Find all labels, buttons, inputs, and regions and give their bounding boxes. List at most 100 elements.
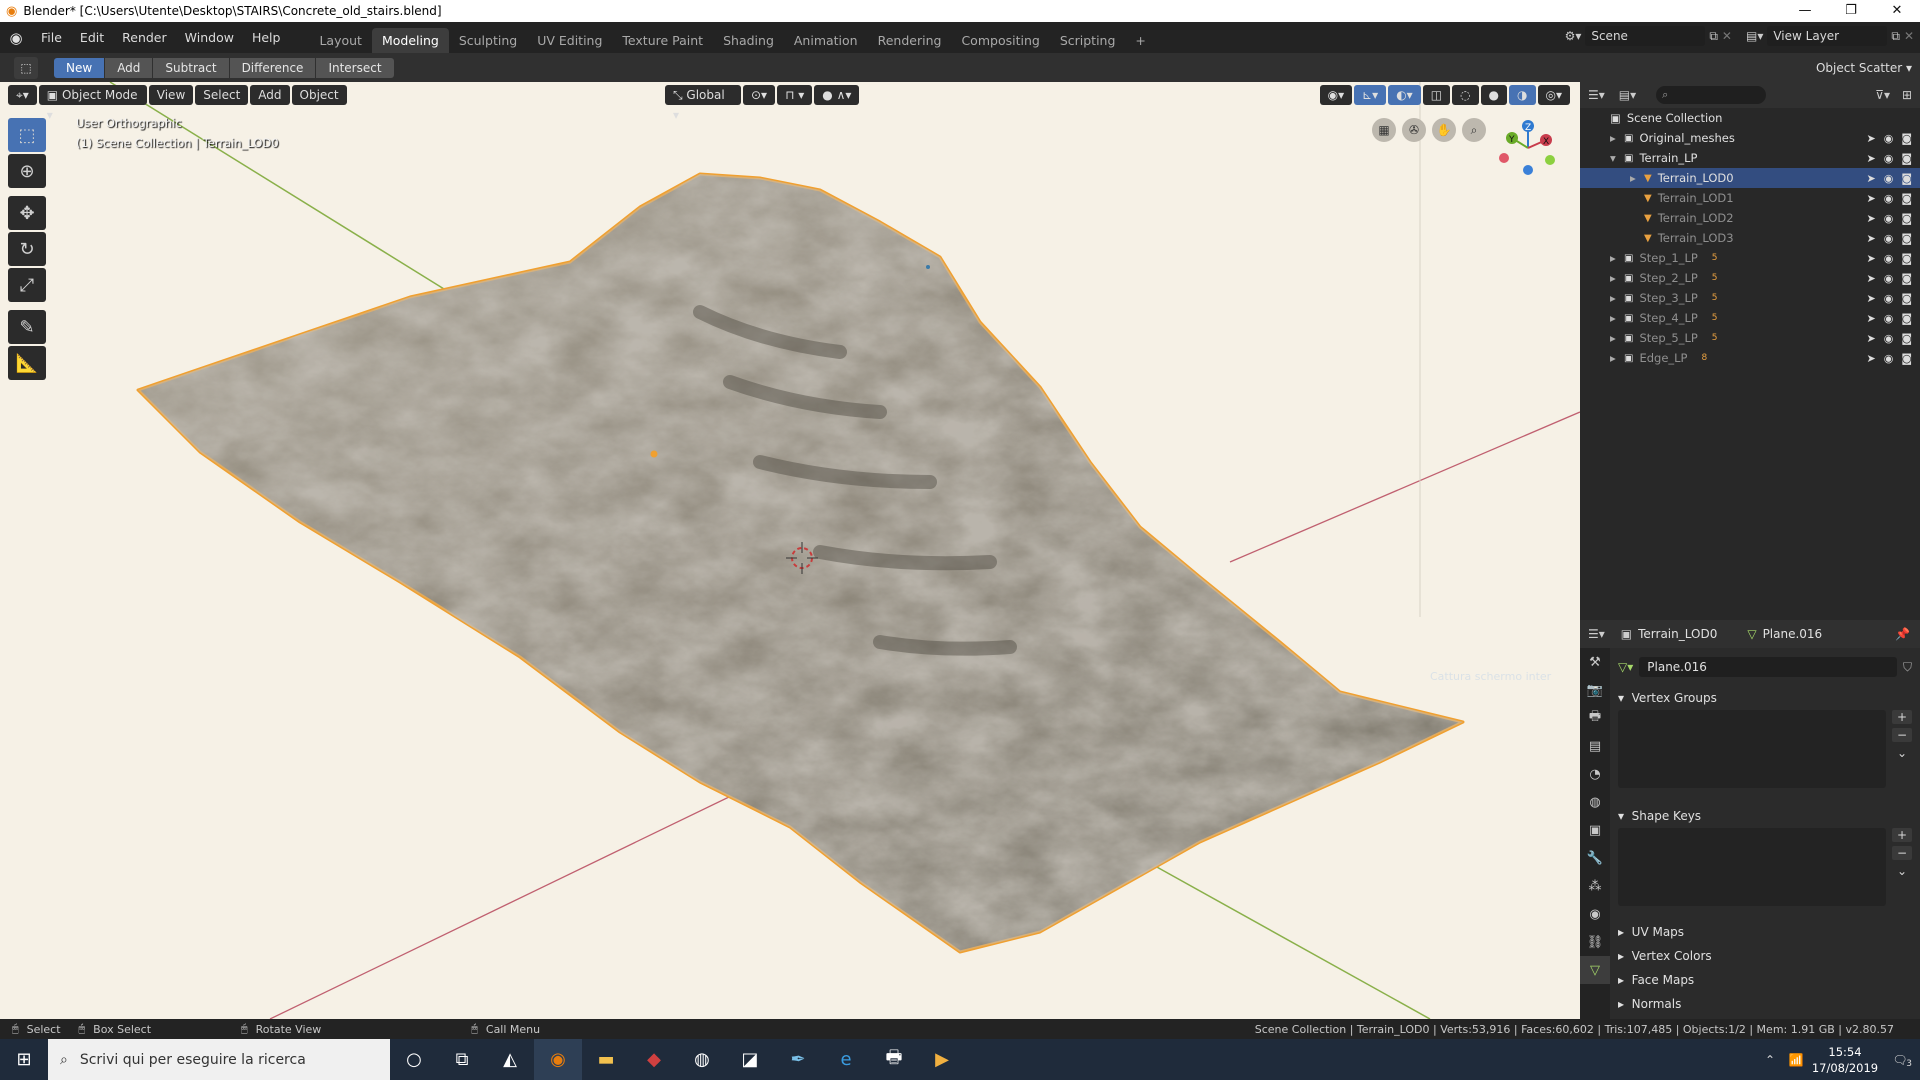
outliner-item[interactable]: ▾ ▣ Terrain_LP ➤ ◉ ◙ — [1580, 148, 1920, 168]
tab-layout[interactable]: Layout — [309, 28, 372, 53]
selectable-arrow-icon[interactable]: ➤ — [1866, 252, 1875, 265]
outliner-item[interactable]: ▼ Terrain_LOD2 ➤ ◉ ◙ — [1580, 208, 1920, 228]
render-camera-icon[interactable]: ◙ — [1901, 152, 1912, 165]
visibility-eye-icon[interactable]: ◉ — [1884, 292, 1894, 305]
app-red-icon[interactable]: ◆ — [630, 1039, 678, 1080]
snap-toggle[interactable]: ⊓ ▾ — [777, 85, 813, 105]
render-camera-icon[interactable]: ◙ — [1901, 192, 1912, 205]
visibility-eye-icon[interactable]: ◉ — [1884, 332, 1894, 345]
network-icon[interactable]: 📶 — [1782, 1053, 1810, 1067]
file-explorer-icon[interactable]: ▬ — [582, 1039, 630, 1080]
uv-maps-panel-header[interactable]: ▸ UV Maps — [1618, 920, 1912, 944]
xray-toggle[interactable]: ◫ — [1422, 85, 1451, 105]
select-menu[interactable]: Select — [195, 85, 249, 105]
boolean-add-button[interactable]: Add — [105, 57, 153, 78]
selectable-arrow-icon[interactable]: ➤ — [1866, 332, 1875, 345]
shape-key-remove-icon[interactable]: − — [1892, 846, 1912, 860]
render-camera-icon[interactable]: ◙ — [1901, 312, 1912, 325]
menu-window[interactable]: Window — [176, 22, 243, 53]
tray-expand-icon[interactable]: ⌃ — [1758, 1053, 1782, 1067]
outliner-item[interactable]: ▸ ▣ Step_3_LP 5 ➤ ◉ ◙ — [1580, 288, 1920, 308]
ortho-grid-icon[interactable]: ▦ — [1372, 118, 1396, 142]
selectable-arrow-icon[interactable]: ➤ — [1866, 232, 1875, 245]
add-workspace-button[interactable]: + — [1125, 28, 1155, 53]
selectable-arrow-icon[interactable]: ➤ — [1866, 192, 1875, 205]
delete-scene-icon[interactable]: ✕ — [1722, 29, 1732, 43]
close-button[interactable]: ✕ — [1874, 0, 1920, 22]
notifications-icon[interactable]: 🗨 3 — [1880, 1053, 1920, 1069]
tab-uv-editing[interactable]: UV Editing — [527, 28, 612, 53]
select-box-tool-icon[interactable]: ⬚ — [8, 118, 46, 152]
gizmo-toggle[interactable]: ⊾▾ — [1354, 85, 1387, 105]
expand-toggle-icon[interactable]: ▸ — [1610, 251, 1624, 265]
wireframe-shading-icon[interactable]: ◌ — [1452, 85, 1479, 105]
maximize-button[interactable]: ❐ — [1828, 0, 1874, 22]
visibility-eye-icon[interactable]: ◉ — [1884, 252, 1894, 265]
solid-shading-icon[interactable]: ● — [1480, 85, 1508, 105]
tab-texture-paint[interactable]: Texture Paint — [612, 28, 713, 53]
outliner-scene-collection[interactable]: ▣ Scene Collection — [1580, 108, 1920, 128]
rotate-tool-icon[interactable]: ↻ — [8, 232, 46, 266]
outliner-item[interactable]: ▸ ▼ Terrain_LOD0 ➤ ◉ ◙ — [1580, 168, 1920, 188]
menu-edit[interactable]: Edit — [71, 22, 113, 53]
overlays-toggle[interactable]: ◐▾ — [1388, 85, 1421, 105]
render-camera-icon[interactable]: ◙ — [1901, 132, 1912, 145]
visibility-eye-icon[interactable]: ◉ — [1884, 172, 1894, 185]
tab-sculpting[interactable]: Sculpting — [449, 28, 527, 53]
outliner-search-field[interactable]: ⌕ — [1656, 86, 1767, 104]
face-maps-panel-header[interactable]: ▸ Face Maps — [1618, 968, 1912, 992]
selectable-arrow-icon[interactable]: ➤ — [1866, 132, 1875, 145]
selectable-arrow-icon[interactable]: ➤ — [1866, 272, 1875, 285]
visibility-dropdown[interactable]: ◉▾ — [1319, 85, 1353, 105]
selectable-arrow-icon[interactable]: ➤ — [1866, 172, 1875, 185]
scale-tool-icon[interactable]: ⤢ — [8, 268, 46, 302]
modifier-tab-icon[interactable]: 🔧 — [1580, 844, 1610, 872]
view-layer-field[interactable]: View Layer — [1767, 26, 1888, 46]
tool-tab-icon[interactable]: ⚒ — [1580, 648, 1610, 676]
zoom-icon[interactable]: ⌕ — [1462, 118, 1486, 142]
visibility-eye-icon[interactable]: ◉ — [1884, 312, 1894, 325]
data-tab-icon[interactable]: ▽ — [1580, 956, 1610, 984]
pin-icon[interactable]: 📌 — [1895, 627, 1910, 641]
blender-menu-icon[interactable]: ◉ — [0, 29, 32, 47]
taskbar-search-box[interactable]: ⌕ Scrivi qui per eseguire la ricerca — [48, 1039, 390, 1080]
app-pen-icon[interactable]: ✒ — [774, 1039, 822, 1080]
outliner-item[interactable]: ▸ ▣ Original_meshes ➤ ◉ ◙ — [1580, 128, 1920, 148]
visibility-eye-icon[interactable]: ◉ — [1884, 132, 1894, 145]
proportional-edit-toggle[interactable]: ● ∧▾ — [814, 85, 860, 105]
object-scatter-dropdown[interactable]: Object Scatter ▾ — [1816, 61, 1912, 75]
clock[interactable]: 15:54 17/08/2019 — [1810, 1044, 1880, 1076]
vertex-group-remove-icon[interactable]: − — [1892, 728, 1912, 742]
outliner-item[interactable]: ▼ Terrain_LOD3 ➤ ◉ ◙ — [1580, 228, 1920, 248]
scene-tab-icon[interactable]: ◔ — [1580, 760, 1610, 788]
outliner-item[interactable]: ▸ ▣ Step_2_LP 5 ➤ ◉ ◙ — [1580, 268, 1920, 288]
expand-toggle-icon[interactable]: ▸ — [1610, 131, 1624, 145]
mesh-browse-icon[interactable]: ▽▾ — [1618, 660, 1633, 674]
render-camera-icon[interactable]: ◙ — [1901, 212, 1912, 225]
world-tab-icon[interactable]: ◍ — [1580, 788, 1610, 816]
task-view-icon[interactable]: ⧉ — [438, 1039, 486, 1080]
boolean-difference-button[interactable]: Difference — [229, 57, 316, 78]
output-tab-icon[interactable]: 🖶 — [1580, 704, 1610, 732]
scene-selector-icon[interactable]: ⚙▾ — [1565, 29, 1582, 43]
view-layer-tab-icon[interactable]: ▤ — [1580, 732, 1610, 760]
annotate-tool-icon[interactable]: ✎ — [8, 310, 46, 344]
shape-key-add-icon[interactable]: + — [1892, 828, 1912, 842]
outliner-editor-type-icon[interactable]: ☰▾ — [1588, 88, 1605, 102]
material-shading-icon[interactable]: ◑ — [1509, 85, 1536, 105]
selectable-arrow-icon[interactable]: ➤ — [1866, 352, 1875, 365]
tab-scripting[interactable]: Scripting — [1050, 28, 1126, 53]
editor-type-dropdown[interactable]: ⌖▾ — [8, 85, 37, 105]
expand-toggle-icon[interactable]: ▸ — [1610, 351, 1624, 365]
new-view-layer-icon[interactable]: ⧉ — [1891, 29, 1900, 44]
cursor-tool-icon[interactable]: ⊕ — [8, 154, 46, 188]
pivot-point-dropdown[interactable]: ⊙▾ — [743, 85, 776, 105]
outliner-item[interactable]: ▸ ▣ Step_1_LP 5 ➤ ◉ ◙ — [1580, 248, 1920, 268]
shape-key-menu-icon[interactable]: ⌄ — [1892, 864, 1912, 878]
selectable-arrow-icon[interactable]: ➤ — [1866, 292, 1875, 305]
render-camera-icon[interactable]: ◙ — [1901, 332, 1912, 345]
shape-keys-list[interactable] — [1618, 828, 1886, 906]
tab-shading[interactable]: Shading — [713, 28, 784, 53]
visibility-eye-icon[interactable]: ◉ — [1884, 212, 1894, 225]
menu-render[interactable]: Render — [113, 22, 176, 53]
